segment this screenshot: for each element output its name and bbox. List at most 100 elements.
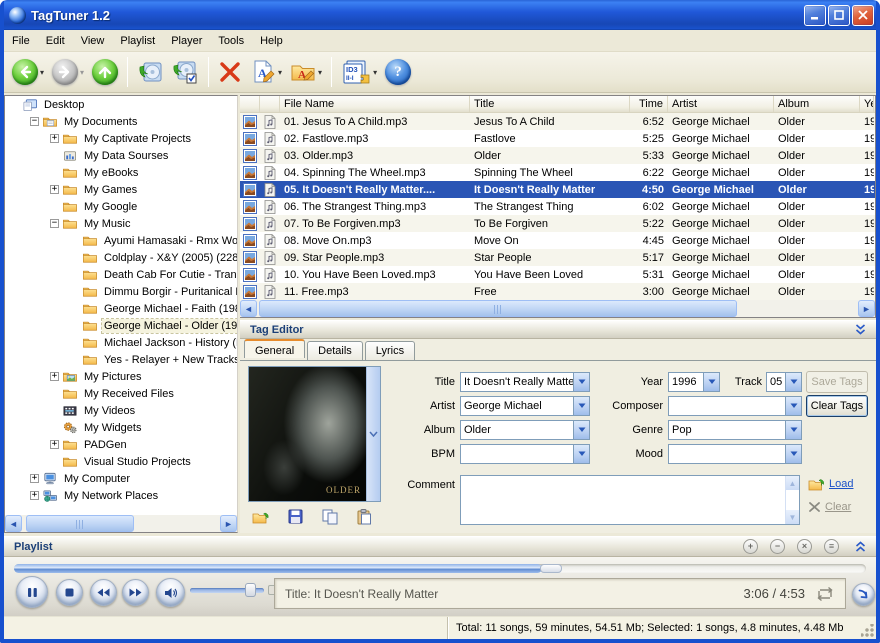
tree-item[interactable]: +My Computer	[5, 470, 237, 487]
tree-item[interactable]: +My Pictures	[5, 368, 237, 385]
tree-expander-icon[interactable]: +	[50, 440, 59, 449]
playlist-clear-icon[interactable]: ×	[797, 539, 812, 554]
tree-item[interactable]: My Google	[5, 198, 237, 215]
file-row[interactable]: 06. The Strangest Thing.mp3The Strangest…	[240, 198, 875, 215]
chevron-down-icon[interactable]	[785, 445, 801, 463]
delete-button[interactable]	[215, 58, 245, 86]
playlist-add-icon[interactable]: +	[743, 539, 758, 554]
track-combo[interactable]: 05	[766, 372, 802, 392]
tree-item[interactable]: Desktop	[5, 96, 237, 113]
column-header-file-name[interactable]: File Name	[280, 96, 470, 112]
chevron-down-icon[interactable]	[785, 421, 801, 439]
file-row[interactable]: 09. Star People.mp3Star People5:17George…	[240, 249, 875, 266]
tree-item[interactable]: +My Network Places	[5, 487, 237, 504]
id3-tag-button[interactable]: ID3 II-I ▾	[338, 57, 380, 88]
tree-item[interactable]: Visual Studio Projects	[5, 453, 237, 470]
collapse-double-down-icon[interactable]	[855, 324, 866, 336]
scroll-left-icon[interactable]: ◄	[240, 300, 257, 317]
composer-combo[interactable]	[668, 396, 802, 416]
column-header-album[interactable]: Album	[774, 96, 860, 112]
tree-item[interactable]: Dimmu Borgir - Puritanical Euph	[5, 283, 237, 300]
rename-folder-button[interactable]: A ▾	[287, 57, 325, 87]
tree-item[interactable]: My Widgets	[5, 419, 237, 436]
tree-item[interactable]: Michael Jackson - History (Disc	[5, 334, 237, 351]
menu-item-tools[interactable]: Tools	[210, 32, 252, 50]
tree-expander-icon[interactable]: −	[50, 219, 59, 228]
year-combo[interactable]: 1996	[668, 372, 720, 392]
tree-expander-icon[interactable]: −	[30, 117, 39, 126]
menu-item-playlist[interactable]: Playlist	[112, 32, 163, 50]
previous-button[interactable]	[90, 579, 117, 606]
clear-art-link[interactable]: Clear	[808, 501, 851, 513]
file-row[interactable]: 03. Older.mp3Older5:33George MichaelOlde…	[240, 147, 875, 164]
file-row[interactable]: 07. To Be Forgiven.mp3To Be Forgiven5:22…	[240, 215, 875, 232]
chevron-down-icon[interactable]	[703, 373, 719, 391]
tree-item[interactable]: My Videos	[5, 402, 237, 419]
next-button[interactable]	[122, 579, 149, 606]
paste-art-icon[interactable]	[357, 509, 372, 525]
comment-scrollbar[interactable]: ▲ ▼	[785, 476, 799, 524]
jump-to-current-button[interactable]	[852, 583, 875, 606]
volume-slider[interactable]	[190, 588, 264, 593]
chevron-down-icon[interactable]	[573, 421, 589, 439]
tree-item[interactable]: George Michael - Older (1996) (	[5, 317, 237, 334]
scroll-right-icon[interactable]: ►	[220, 515, 237, 532]
volume-thumb[interactable]	[245, 583, 256, 597]
scroll-down-icon[interactable]: ▼	[786, 510, 799, 524]
tree-expander-icon[interactable]: +	[30, 491, 39, 500]
file-row[interactable]: 04. Spinning The Wheel.mp3Spinning The W…	[240, 164, 875, 181]
file-row[interactable]: 05. It Doesn't Really Matter....It Doesn…	[240, 181, 875, 198]
load-selected-button[interactable]	[168, 57, 202, 87]
load-folder-button[interactable]	[134, 57, 166, 87]
chevron-down-icon[interactable]	[785, 397, 801, 415]
tree-scroll-track[interactable]	[22, 515, 220, 532]
scroll-up-icon[interactable]: ▲	[786, 476, 799, 490]
menu-item-edit[interactable]: Edit	[38, 32, 73, 50]
menu-item-player[interactable]: Player	[163, 32, 210, 50]
scroll-left-icon[interactable]: ◄	[5, 515, 22, 532]
tree-item[interactable]: +My Captivate Projects	[5, 130, 237, 147]
list-scroll-thumb[interactable]	[259, 300, 737, 317]
clear-tags-button[interactable]: Clear Tags	[806, 395, 868, 417]
menu-item-file[interactable]: File	[4, 32, 38, 50]
minimize-button[interactable]	[804, 5, 826, 26]
stop-button[interactable]	[56, 579, 83, 606]
chevron-down-icon[interactable]	[573, 373, 589, 391]
title-combo[interactable]: It Doesn't Really Matter	[460, 372, 590, 392]
seek-thumb[interactable]	[540, 564, 562, 573]
list-horizontal-scrollbar[interactable]: ◄ ►	[240, 300, 875, 317]
chevron-down-icon[interactable]	[785, 373, 801, 391]
mood-combo[interactable]	[668, 444, 802, 464]
tree-item[interactable]: My eBooks	[5, 164, 237, 181]
back-button[interactable]: ▾	[9, 57, 47, 87]
tree-item[interactable]: Yes - Relayer + New Tracks () (	[5, 351, 237, 368]
tree-item[interactable]: −My Documents	[5, 113, 237, 130]
file-row[interactable]: 01. Jesus To A Child.mp3Jesus To A Child…	[240, 113, 875, 130]
column-header[interactable]	[240, 96, 260, 112]
file-row[interactable]: 10. You Have Been Loved.mp3You Have Been…	[240, 266, 875, 283]
playlist-remove-icon[interactable]: −	[770, 539, 785, 554]
tree-expander-icon[interactable]: +	[50, 134, 59, 143]
open-art-icon[interactable]	[252, 509, 270, 525]
up-button[interactable]	[89, 57, 121, 87]
column-header-year[interactable]: Year	[860, 96, 874, 112]
collapse-double-up-icon[interactable]	[855, 541, 866, 553]
tab-lyrics[interactable]: Lyrics	[365, 341, 415, 360]
forward-button[interactable]: ▾	[49, 57, 87, 87]
rename-file-button[interactable]: A ▾	[247, 57, 285, 87]
save-art-icon[interactable]	[288, 509, 304, 525]
tree-expander-icon[interactable]: +	[50, 185, 59, 194]
column-header[interactable]	[260, 96, 280, 112]
tree-item[interactable]: +My Games	[5, 181, 237, 198]
bpm-combo[interactable]	[460, 444, 590, 464]
artist-combo[interactable]: George Michael	[460, 396, 590, 416]
album-combo[interactable]: Older	[460, 420, 590, 440]
resize-grip[interactable]	[861, 624, 874, 637]
column-header-time[interactable]: Time	[630, 96, 668, 112]
list-scroll-track[interactable]	[257, 300, 858, 317]
tree-item[interactable]: +PADGen	[5, 436, 237, 453]
tree-item[interactable]: My Data Sourses	[5, 147, 237, 164]
tree-horizontal-scrollbar[interactable]: ◄ ►	[5, 515, 237, 532]
scroll-right-icon[interactable]: ►	[858, 300, 875, 317]
file-row[interactable]: 02. Fastlove.mp3Fastlove5:25George Micha…	[240, 130, 875, 147]
